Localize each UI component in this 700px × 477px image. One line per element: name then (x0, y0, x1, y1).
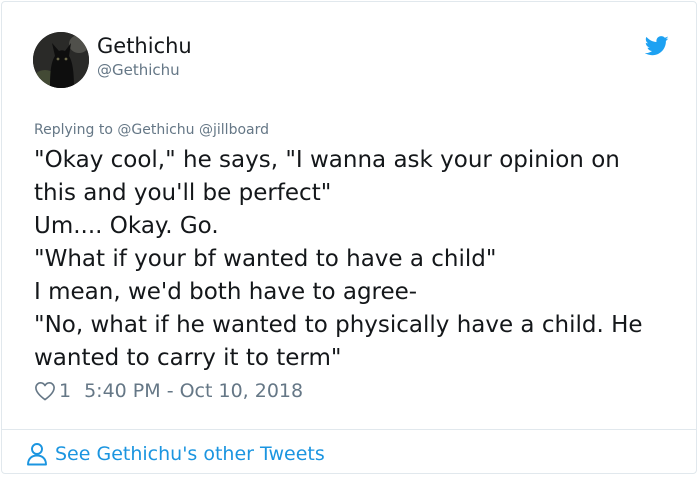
tweet-line: Um.... Okay. Go. (34, 213, 219, 239)
tweet-meta: 1 5:40 PM - Oct 10, 2018 (34, 378, 303, 404)
see-other-tweets-label: See Gethichu's other Tweets (55, 443, 325, 465)
reply-context: Replying to @Gethichu @jillboard (34, 122, 269, 138)
tweet-line: this and you'll be perfect" (34, 180, 332, 206)
mention-link-jillboard[interactable]: @jillboard (199, 122, 269, 138)
tweet-line: "Okay cool," he says, "I wanna ask your … (34, 147, 620, 173)
see-other-tweets-link[interactable]: See Gethichu's other Tweets (26, 440, 325, 468)
footer-divider (2, 429, 696, 430)
tweet-line: "What if your bf wanted to have a child" (34, 246, 497, 272)
tweet-line: I mean, we'd both have to agree- (34, 279, 418, 305)
tweet-line: wanted to carry it to term" (34, 345, 342, 371)
reply-prefix: Replying to (34, 122, 113, 138)
tweet-line: "No, what if he wanted to physically hav… (34, 312, 643, 338)
like-button[interactable]: 1 (34, 380, 71, 402)
author-display-name[interactable]: Gethichu (97, 34, 192, 58)
tweet-card: Gethichu @Gethichu Replying to @Gethichu… (1, 1, 697, 474)
heart-outline-icon (35, 382, 55, 401)
author-handle[interactable]: @Gethichu (97, 61, 180, 79)
like-count: 1 (59, 380, 72, 402)
black-cat-avatar-icon (33, 32, 89, 88)
author-avatar[interactable] (33, 32, 89, 88)
twitter-bird-icon[interactable] (644, 36, 669, 56)
tweet-text: "Okay cool," he says, "I wanna ask your … (34, 144, 682, 375)
tweet-timestamp[interactable]: 5:40 PM - Oct 10, 2018 (84, 380, 303, 402)
mention-link-gethichu[interactable]: @Gethichu (117, 122, 194, 138)
user-icon (27, 443, 47, 466)
